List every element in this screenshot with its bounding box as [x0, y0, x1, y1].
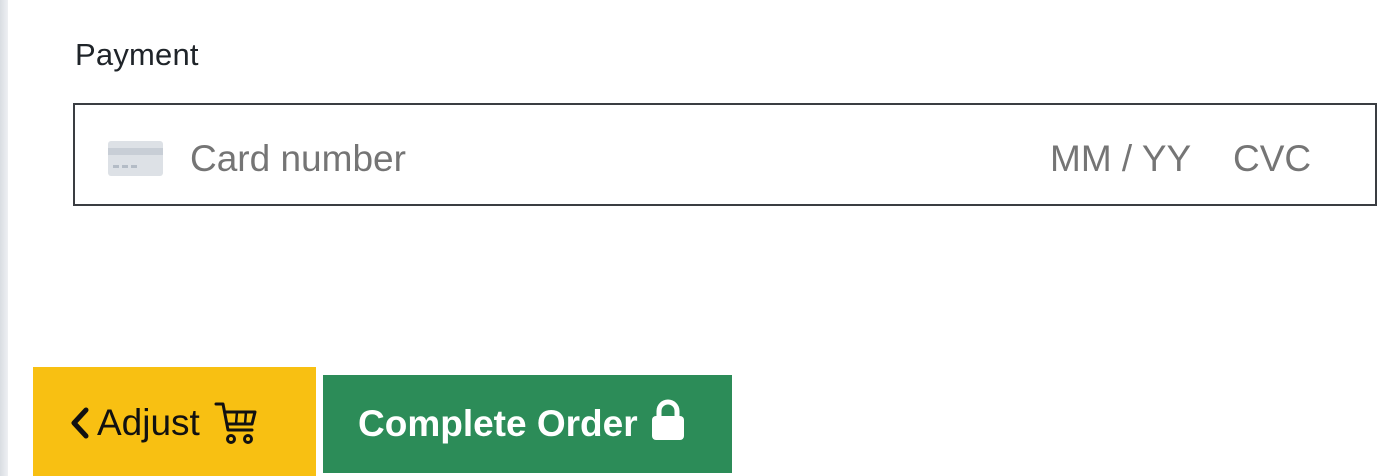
- payment-label: Payment: [75, 37, 199, 72]
- lock-icon: [650, 399, 686, 450]
- card-number-input[interactable]: [190, 138, 890, 180]
- adjust-button-label: Adjust: [97, 402, 200, 443]
- card-input-field[interactable]: [73, 103, 1377, 206]
- complete-order-button[interactable]: Complete Order: [323, 375, 732, 473]
- adjust-cart-button[interactable]: Adjust: [33, 367, 316, 476]
- cvc-input[interactable]: [1233, 138, 1353, 180]
- chevron-left-icon: [69, 406, 91, 440]
- complete-order-label: Complete Order: [358, 403, 638, 444]
- page-left-edge: [0, 0, 8, 476]
- credit-card-icon: [108, 141, 163, 176]
- cart-icon: [214, 400, 258, 446]
- expiry-input[interactable]: [1050, 138, 1215, 180]
